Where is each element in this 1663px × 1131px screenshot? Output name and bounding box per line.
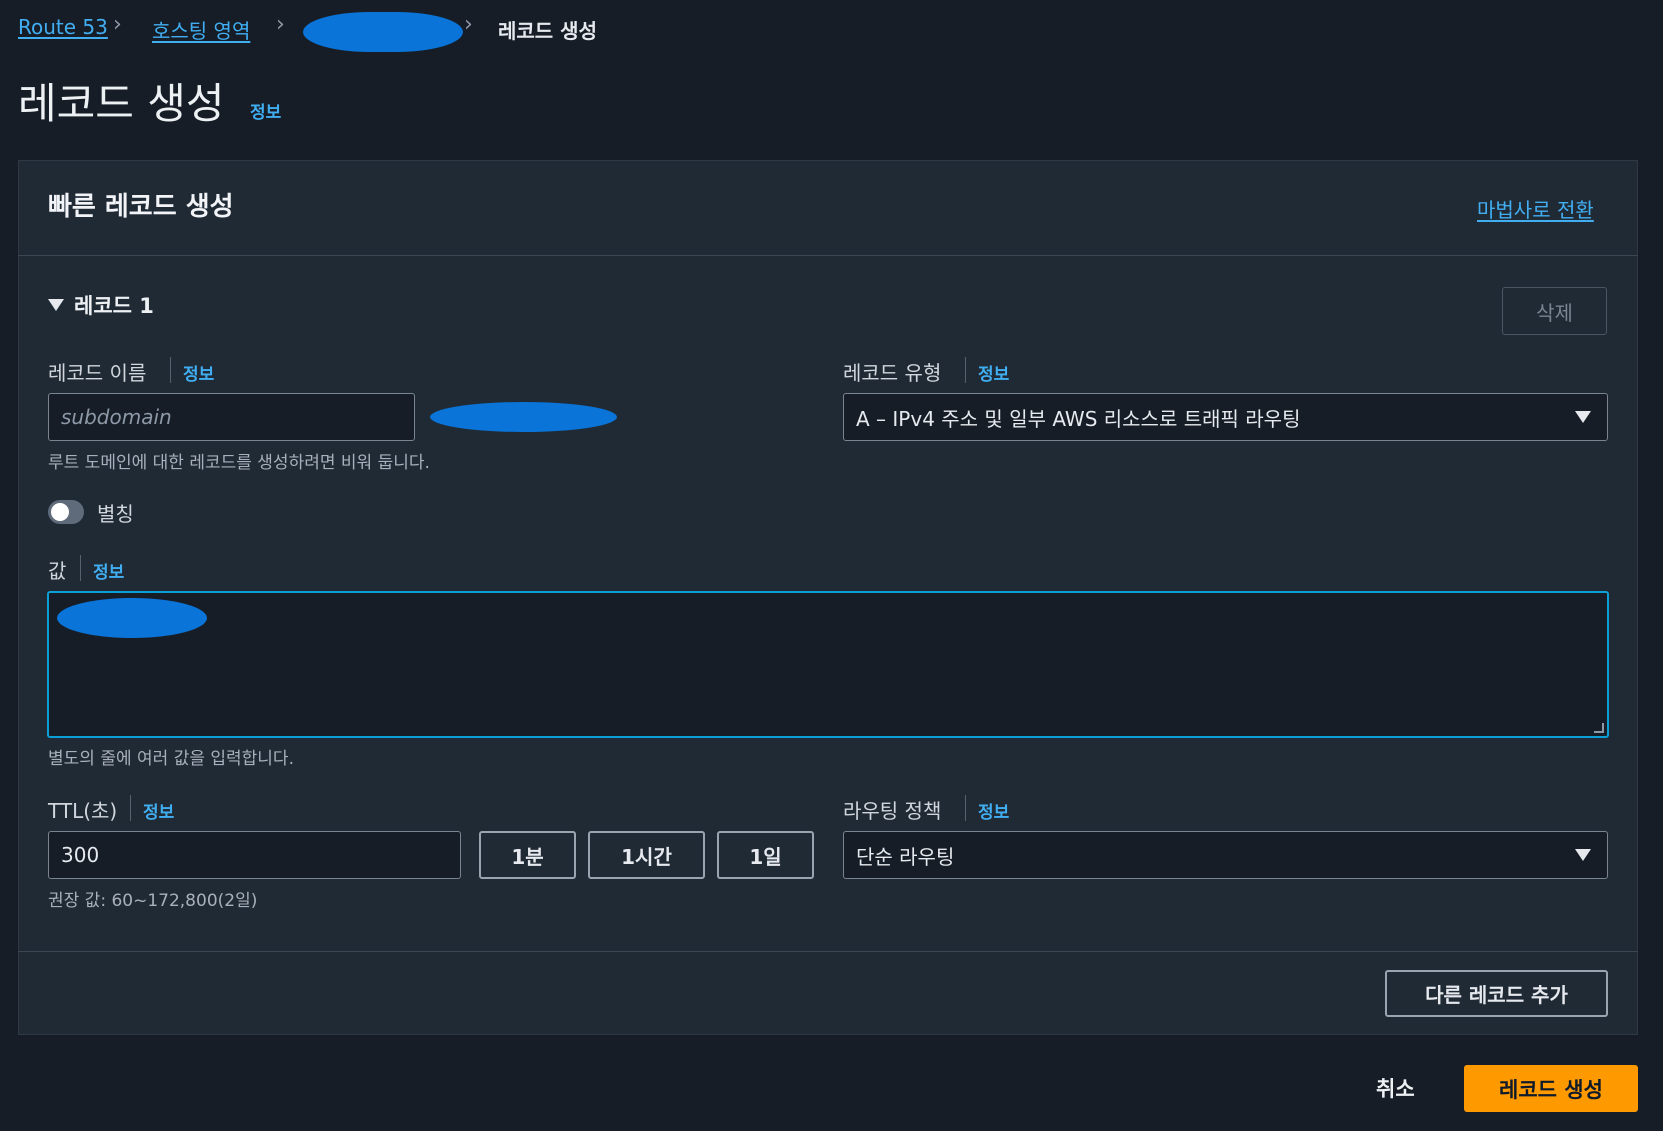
page-info-link[interactable]: 정보 [250,98,281,123]
ttl-value: 300 [61,843,100,867]
ttl-1-day-button[interactable]: 1일 [717,831,814,879]
record-1-toggle[interactable]: 레코드 1 [48,290,154,320]
add-another-record-button[interactable]: 다른 레코드 추가 [1385,970,1608,1017]
panel-footer-divider [18,951,1638,952]
redacted-domain-suffix [430,402,617,432]
page-title: 레코드 생성 [18,79,225,128]
record-name-input[interactable]: subdomain [48,393,415,441]
dropdown-arrow-icon [1575,411,1591,423]
ttl-input[interactable]: 300 [48,831,461,879]
label-separator [965,795,966,821]
label-separator [130,795,131,821]
routing-policy-label: 라우팅 정책 [843,799,942,823]
ttl-1-minute-button[interactable]: 1분 [479,831,576,879]
routing-policy-selected: 단순 라우팅 [856,844,955,869]
panel-title: 빠른 레코드 생성 [48,192,234,222]
routing-policy-select[interactable]: 단순 라우팅 [843,831,1608,879]
caret-down-icon [48,299,64,311]
label-separator [170,357,171,383]
ttl-label: TTL(초) [48,799,118,823]
ttl-hint: 권장 값: 60~172,800(2일) [48,891,258,911]
chevron-right-icon: › [464,12,473,37]
dropdown-arrow-icon [1575,849,1591,861]
record-type-select[interactable]: A – IPv4 주소 및 일부 AWS 리소스로 트래픽 라우팅 [843,393,1608,441]
routing-policy-info-link[interactable]: 정보 [978,798,1009,823]
chevron-right-icon: › [113,12,122,37]
breadcrumb-route53[interactable]: Route 53 [18,15,108,39]
alias-label: 별칭 [97,502,134,526]
chevron-right-icon: › [276,12,285,37]
value-label: 값 [48,559,67,583]
label-separator [965,357,966,383]
redacted-zone-name[interactable] [303,12,463,52]
breadcrumb-current: 레코드 생성 [498,19,597,43]
alias-toggle[interactable] [48,500,84,524]
record-type-info-link[interactable]: 정보 [978,360,1009,385]
record-name-label: 레코드 이름 [48,361,147,385]
record-name-hint: 루트 도메인에 대한 레코드를 생성하려면 비워 둡니다. [48,453,430,473]
record-type-label: 레코드 유형 [843,361,942,385]
create-records-button[interactable]: 레코드 생성 [1464,1065,1638,1112]
record-type-selected: A – IPv4 주소 및 일부 AWS 리소스로 트래픽 라우팅 [856,406,1301,431]
switch-to-wizard-link[interactable]: 마법사로 전환 [1477,194,1594,223]
label-separator [80,555,81,581]
value-info-link[interactable]: 정보 [93,558,124,583]
record-name-placeholder: subdomain [61,405,172,429]
breadcrumb-hosted-zones[interactable]: 호스팅 영역 [152,15,250,44]
resize-handle-icon[interactable] [1594,723,1604,733]
value-hint: 별도의 줄에 여러 값을 입력합니다. [48,749,294,769]
record-name-info-link[interactable]: 정보 [183,360,214,385]
record-header: 레코드 1 [74,294,154,318]
value-textarea[interactable] [47,591,1609,738]
ttl-info-link[interactable]: 정보 [143,798,174,823]
toggle-knob [51,503,69,521]
delete-button[interactable]: 삭제 [1502,287,1607,335]
panel-header-divider [18,255,1638,256]
redacted-ip-value [57,598,207,638]
ttl-1-hour-button[interactable]: 1시간 [588,831,705,879]
cancel-button[interactable]: 취소 [1376,1073,1415,1103]
